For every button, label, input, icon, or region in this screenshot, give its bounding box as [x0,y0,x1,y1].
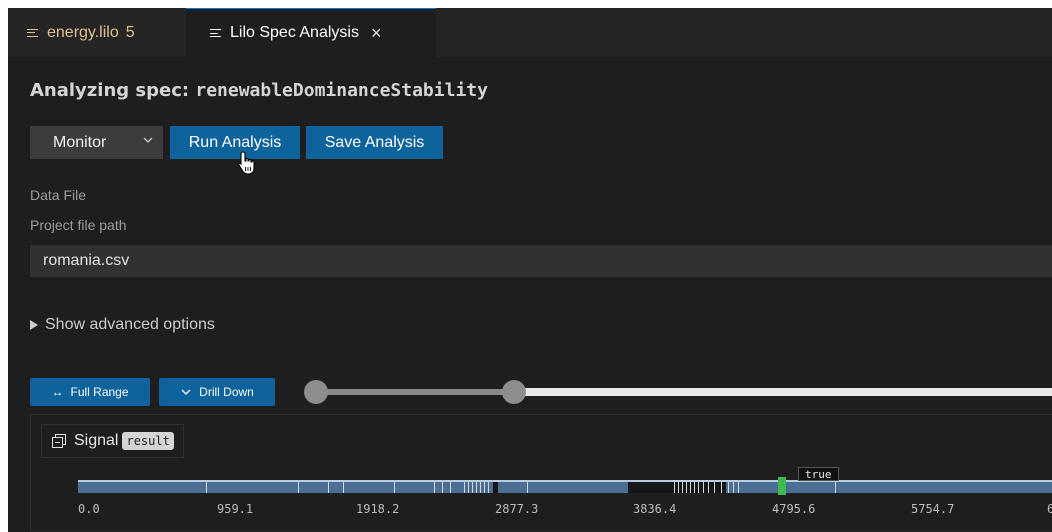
range-slider[interactable] [304,380,1052,404]
timeline-tick [698,482,699,493]
problem-count: 5 [125,23,135,41]
advanced-options-label: Show advanced options [45,316,215,333]
axis-tick-label: 4795.6 [772,502,816,516]
timeline-tick [488,482,489,493]
signal-label: Signal [74,432,119,449]
slider-start-handle[interactable] [304,380,328,404]
tab-bar: energy.lilo 5 Lilo Spec Analysis × [8,8,1052,57]
timeline-tick [527,482,528,493]
collapse-square-icon [52,434,66,448]
timeline-tick [708,482,709,493]
timeline-tick [738,482,739,493]
axis-tick-label: 959.1 [217,502,254,516]
full-range-button[interactable]: ↔ Full Range [30,378,150,406]
timeline-tick [703,482,704,493]
file-lines-icon [27,28,38,38]
timeline-tick [674,482,675,493]
timeline-tick [450,482,451,493]
arrows-horizontal-icon: ↔ [51,385,64,399]
axis-tick-label: 3836.4 [633,502,677,516]
timeline-tick [835,482,836,493]
tab-energy-lilo[interactable]: energy.lilo 5 [8,8,186,57]
title-prefix: Analyzing spec: [30,80,196,101]
timeline-value-tooltip: true [798,467,839,481]
timeline-tick [343,482,344,493]
timeline-tick [728,482,729,493]
file-path-input[interactable] [30,245,1052,277]
signal-view: Signal result true 0.0 959.1 1918.2 2877… [30,414,1052,532]
axis-tick-label: 6 [1047,502,1052,516]
timeline-tick [678,482,679,493]
result-chip: result [122,432,174,450]
timeline-tick [480,482,481,493]
timeline-tick [484,482,485,493]
tab-label: Lilo Spec Analysis [230,24,359,41]
timeline-tick [472,482,473,493]
axis-tick-label: 2877.3 [495,502,539,516]
full-range-label: Full Range [70,385,129,399]
timeline-track [78,482,1052,493]
timeline-tick [468,482,469,493]
project-file-path-label: Project file path [30,217,127,233]
timeline-tick [690,482,691,493]
timeline-tick [721,482,722,493]
timeline-tick [394,482,395,493]
run-analysis-button[interactable]: Run Analysis [170,126,300,159]
timeline-tick [682,482,683,493]
tab-label: energy.lilo [47,23,119,41]
axis-tick-label: 1918.2 [356,502,400,516]
triangle-right-icon [30,320,38,330]
page-title: Analyzing spec: renewableDominanceStabil… [30,80,488,101]
timeline-tick [694,482,695,493]
save-analysis-button[interactable]: Save Analysis [306,126,443,159]
timeline-tick [476,482,477,493]
signal-timeline[interactable]: true [78,467,1052,495]
timeline-false-segment [628,482,726,493]
timeline-false-segment [493,482,498,493]
slider-end-handle[interactable] [502,380,526,404]
timeline-tick [714,482,715,493]
analysis-panel: Analyzing spec: renewableDominanceStabil… [8,57,1052,532]
mode-value: Monitor [53,133,107,151]
drill-down-label: Drill Down [199,385,254,399]
spec-name: renewableDominanceStability [195,80,488,101]
file-lines-icon [210,28,221,38]
advanced-options-toggle[interactable]: Show advanced options [30,316,215,334]
hand-pointer-icon [238,151,255,175]
timeline-tick [434,482,435,493]
chevron-down-icon [143,137,153,143]
slider-selected-range [314,389,514,395]
timeline-tick [206,482,207,493]
tab-lilo-spec-analysis[interactable]: Lilo Spec Analysis × [186,8,436,57]
chevron-down-icon [181,389,191,395]
close-icon[interactable]: × [371,24,382,42]
timeline-tick [733,482,734,493]
timeline-tick [328,482,329,493]
data-file-label: Data File [30,187,87,203]
timeline-top-line [78,480,1052,482]
signal-header[interactable]: Signal result [41,424,184,458]
slider-track [514,388,1052,396]
timeline-tick [464,482,465,493]
mode-select[interactable]: Monitor [30,126,163,159]
drill-down-button[interactable]: Drill Down [159,378,275,406]
timeline-tick [298,482,299,493]
timeline-tick [686,482,687,493]
axis-tick-label: 5754.7 [911,502,955,516]
timeline-true-marker[interactable] [778,477,786,495]
timeline-tick [442,482,443,493]
axis-tick-label: 0.0 [78,502,100,516]
